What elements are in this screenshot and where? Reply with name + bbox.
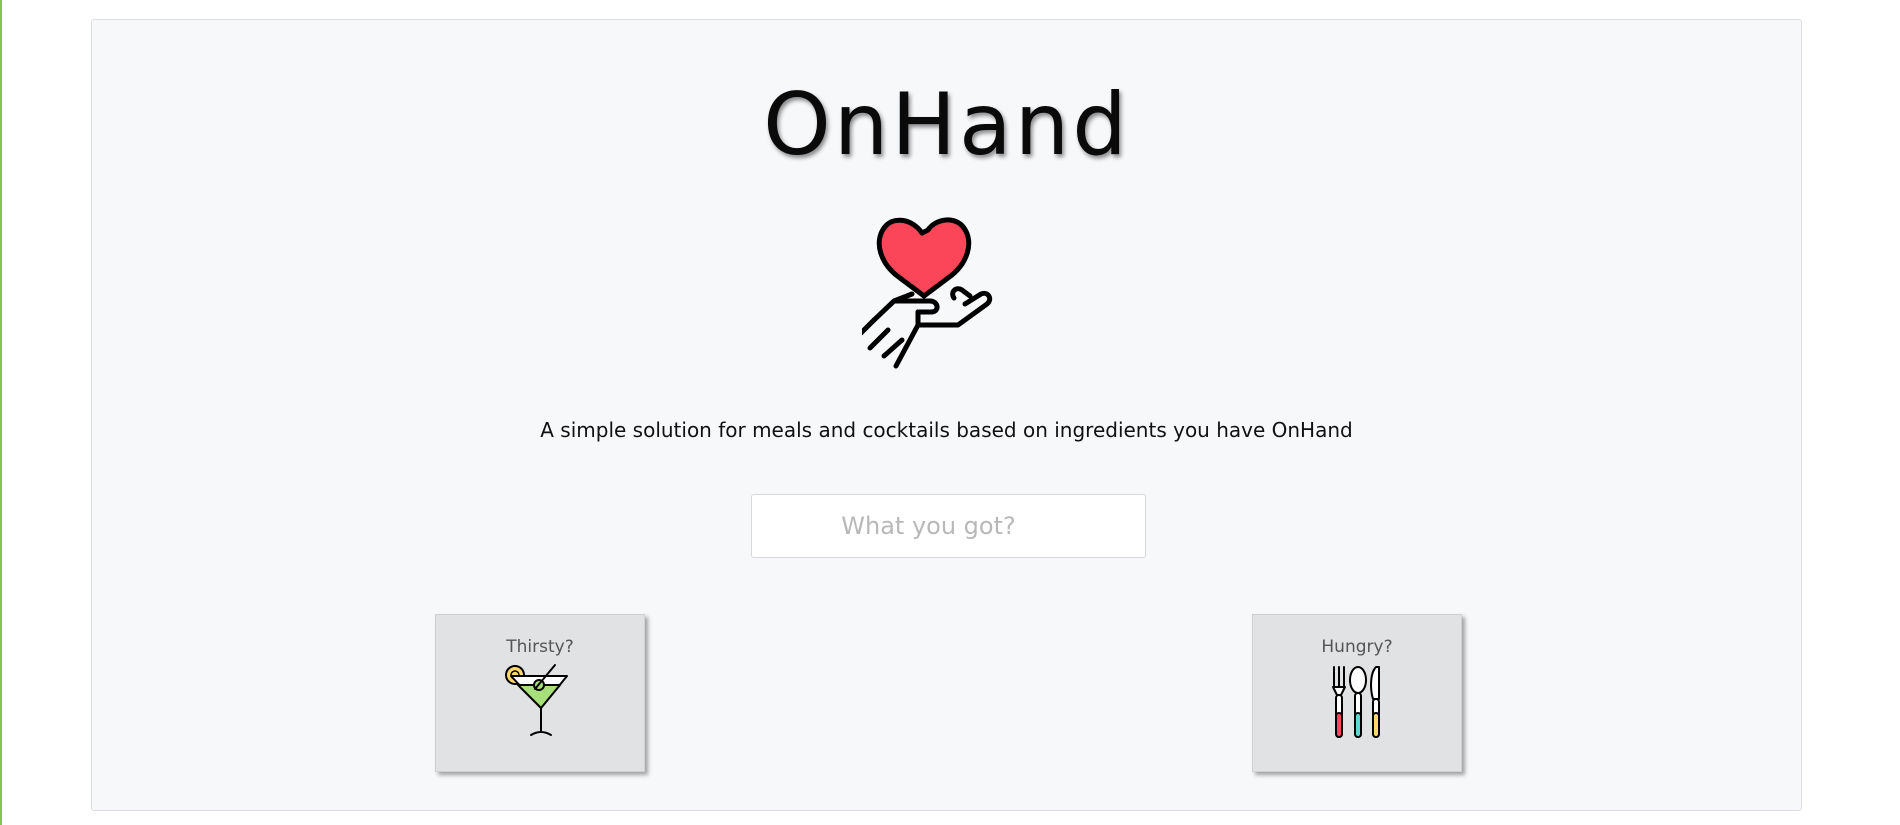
thirsty-label: Thirsty?: [506, 637, 574, 657]
hungry-label: Hungry?: [1321, 637, 1393, 657]
heart-in-hand-icon: [862, 217, 993, 369]
hungry-card-button[interactable]: Hungry?: [1252, 614, 1462, 772]
martini-icon: [505, 664, 568, 736]
cutlery-icon: [1332, 666, 1380, 738]
tagline: A simple solution for meals and cocktail…: [540, 418, 1353, 442]
left-accent-border: [0, 0, 2, 825]
app-title: OnHand: [763, 75, 1130, 175]
hero-panel: OnHand A simple solution for meals and c…: [91, 19, 1802, 811]
ingredient-search-input[interactable]: [751, 494, 1146, 558]
thirsty-card-button[interactable]: Thirsty?: [435, 614, 645, 772]
